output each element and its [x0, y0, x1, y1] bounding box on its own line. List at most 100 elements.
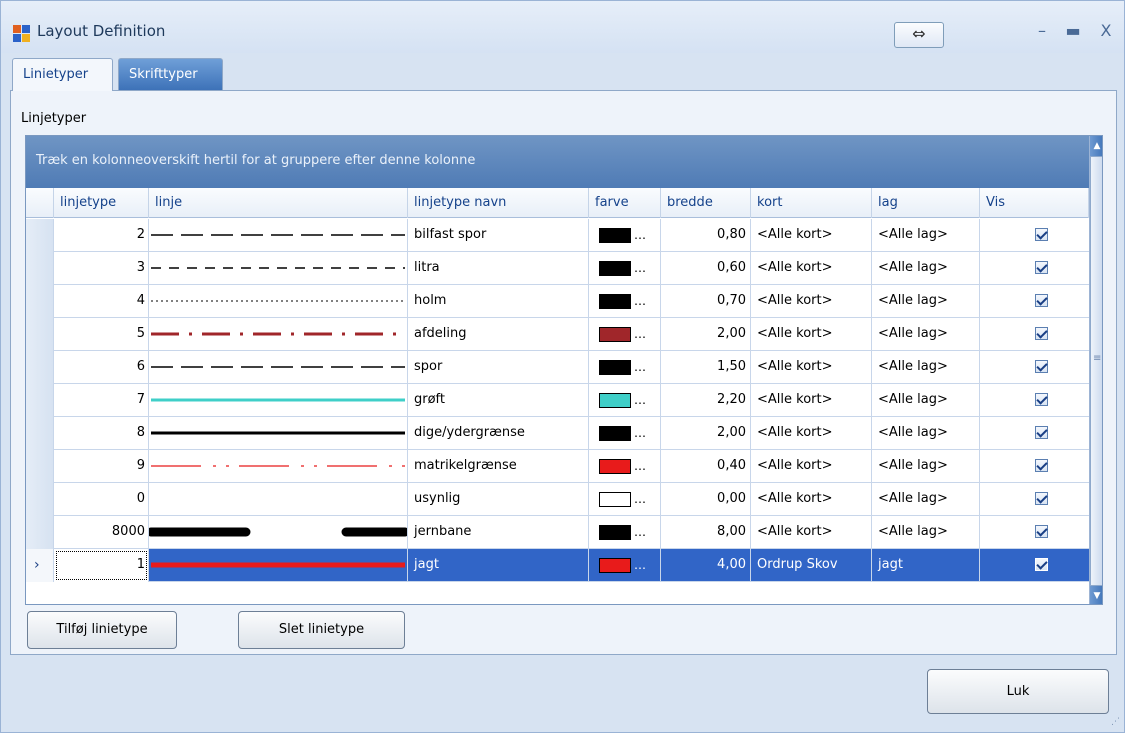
cell-linjetype-navn[interactable]: litra: [408, 252, 589, 285]
vis-checkbox[interactable]: [1034, 261, 1048, 274]
cell-vis[interactable]: [980, 285, 1102, 318]
cell-bredde[interactable]: 0,60: [661, 252, 751, 285]
cell-linjetype[interactable]: 4: [54, 285, 149, 318]
minimize-icon[interactable]: –: [1031, 21, 1053, 43]
cell-vis[interactable]: [980, 516, 1102, 549]
vertical-scrollbar[interactable]: ▲ ≡ ▼: [1089, 136, 1102, 604]
cell-bredde[interactable]: 2,00: [661, 318, 751, 351]
cell-vis[interactable]: [980, 483, 1102, 516]
cell-linje-preview[interactable]: [149, 417, 408, 450]
cell-kort[interactable]: <Alle kort>: [751, 252, 872, 285]
row-header[interactable]: [26, 252, 54, 285]
cell-bredde[interactable]: 4,00: [661, 549, 751, 582]
cell-farve[interactable]: …: [589, 450, 661, 483]
color-picker-ellipsis-icon[interactable]: …: [634, 285, 646, 317]
row-header[interactable]: [26, 483, 54, 516]
tab-skrifttyper[interactable]: Skrifttyper: [118, 58, 223, 90]
table-row[interactable]: 8 dige/ydergrænse … 2,00 <Alle kort> <Alle la…: [26, 417, 1089, 450]
color-picker-ellipsis-icon[interactable]: …: [634, 384, 646, 416]
color-picker-ellipsis-icon[interactable]: …: [634, 483, 646, 515]
cell-linje-preview[interactable]: [149, 219, 408, 252]
cell-farve[interactable]: …: [589, 384, 661, 417]
table-row[interactable]: 8000 jernbane … 8,00 <Alle kort> <Alle lag>: [26, 516, 1089, 549]
cell-linjetype[interactable]: 8: [54, 417, 149, 450]
table-row[interactable]: 9 matrikelgrænse … 0,40 <Alle kort> <Alle lag…: [26, 450, 1089, 483]
column-header-navn[interactable]: linjetype navn: [408, 188, 589, 218]
cell-vis[interactable]: [980, 549, 1102, 582]
cell-kort[interactable]: <Alle kort>: [751, 219, 872, 252]
column-header-vis[interactable]: Vis: [980, 188, 1089, 218]
row-header[interactable]: [26, 450, 54, 483]
cell-farve[interactable]: …: [589, 318, 661, 351]
cell-farve[interactable]: …: [589, 285, 661, 318]
cell-linjetype-navn[interactable]: jernbane: [408, 516, 589, 549]
cell-kort[interactable]: <Alle kort>: [751, 351, 872, 384]
column-header-lag[interactable]: lag: [872, 188, 980, 218]
vis-checkbox[interactable]: [1034, 459, 1048, 472]
column-header-linjetype[interactable]: linjetype: [54, 188, 149, 218]
cell-vis[interactable]: [980, 417, 1102, 450]
cell-farve[interactable]: …: [589, 549, 661, 582]
cell-vis[interactable]: [980, 450, 1102, 483]
cell-linjetype[interactable]: 9: [54, 450, 149, 483]
cell-linjetype-navn[interactable]: dige/ydergrænse: [408, 417, 589, 450]
vis-checkbox[interactable]: [1034, 360, 1048, 373]
color-picker-ellipsis-icon[interactable]: …: [634, 549, 646, 581]
cell-lag[interactable]: <Alle lag>: [872, 219, 980, 252]
cell-vis[interactable]: [980, 252, 1102, 285]
cell-vis[interactable]: [980, 219, 1102, 252]
vis-checkbox[interactable]: [1034, 294, 1048, 307]
cell-linje-preview[interactable]: [149, 252, 408, 285]
cell-linjetype[interactable]: 3: [54, 252, 149, 285]
table-row[interactable]: 2 bilfast spor … 0,80 <Alle kort> <Alle lag>: [26, 219, 1089, 252]
cell-bredde[interactable]: 2,00: [661, 417, 751, 450]
cell-linjetype[interactable]: 0: [54, 483, 149, 516]
table-row[interactable]: 0 usynlig … 0,00 <Alle kort> <Alle lag>: [26, 483, 1089, 516]
row-header[interactable]: [26, 516, 54, 549]
cell-linje-preview[interactable]: [149, 483, 408, 516]
cell-farve[interactable]: …: [589, 516, 661, 549]
cell-kort[interactable]: <Alle kort>: [751, 516, 872, 549]
vis-checkbox[interactable]: [1034, 525, 1048, 538]
color-picker-ellipsis-icon[interactable]: …: [634, 351, 646, 383]
cell-linjetype[interactable]: 7: [54, 384, 149, 417]
color-picker-ellipsis-icon[interactable]: …: [634, 417, 646, 449]
delete-linetype-button[interactable]: Slet linietype: [238, 611, 405, 649]
cell-linje-preview[interactable]: [149, 450, 408, 483]
cell-bredde[interactable]: 8,00: [661, 516, 751, 549]
cell-kort[interactable]: <Alle kort>: [751, 285, 872, 318]
table-row[interactable]: 3 litra … 0,60 <Alle kort> <Alle lag>: [26, 252, 1089, 285]
vis-checkbox[interactable]: [1034, 327, 1048, 340]
cell-linjetype-navn[interactable]: spor: [408, 351, 589, 384]
column-header-linje[interactable]: linje: [149, 188, 408, 218]
table-row[interactable]: 5 afdeling … 2,00 <Alle kort> <Alle lag>: [26, 318, 1089, 351]
cell-linjetype[interactable]: 2: [54, 219, 149, 252]
cell-lag[interactable]: jagt: [872, 549, 980, 582]
cell-vis[interactable]: [980, 384, 1102, 417]
cell-linje-preview[interactable]: [149, 549, 408, 582]
cell-linje-preview[interactable]: [149, 384, 408, 417]
cell-lag[interactable]: <Alle lag>: [872, 285, 980, 318]
cell-linjetype[interactable]: 1: [54, 549, 149, 582]
row-header[interactable]: [26, 285, 54, 318]
row-header[interactable]: [26, 219, 54, 252]
cell-linjetype[interactable]: 8000: [54, 516, 149, 549]
tab-linietyper[interactable]: Linietyper: [12, 58, 113, 91]
cell-linjetype-navn[interactable]: usynlig: [408, 483, 589, 516]
cell-kort[interactable]: Ordrup Skov: [751, 549, 872, 582]
color-picker-ellipsis-icon[interactable]: …: [634, 450, 646, 482]
vis-checkbox[interactable]: [1034, 492, 1048, 505]
close-button[interactable]: Luk: [927, 669, 1109, 714]
cell-farve[interactable]: …: [589, 219, 661, 252]
group-by-panel[interactable]: Træk en kolonneoverskift hertil for at g…: [26, 136, 1089, 188]
resize-grip-icon[interactable]: ⋰: [1111, 717, 1120, 727]
cell-linje-preview[interactable]: [149, 351, 408, 384]
table-row[interactable]: 7 grøft … 2,20 <Alle kort> <Alle lag>: [26, 384, 1089, 417]
cell-kort[interactable]: <Alle kort>: [751, 483, 872, 516]
vis-checkbox[interactable]: [1034, 558, 1048, 571]
vis-checkbox[interactable]: [1034, 393, 1048, 406]
row-header[interactable]: [26, 384, 54, 417]
cell-lag[interactable]: <Alle lag>: [872, 450, 980, 483]
cell-bredde[interactable]: 0,00: [661, 483, 751, 516]
cell-bredde[interactable]: 0,40: [661, 450, 751, 483]
